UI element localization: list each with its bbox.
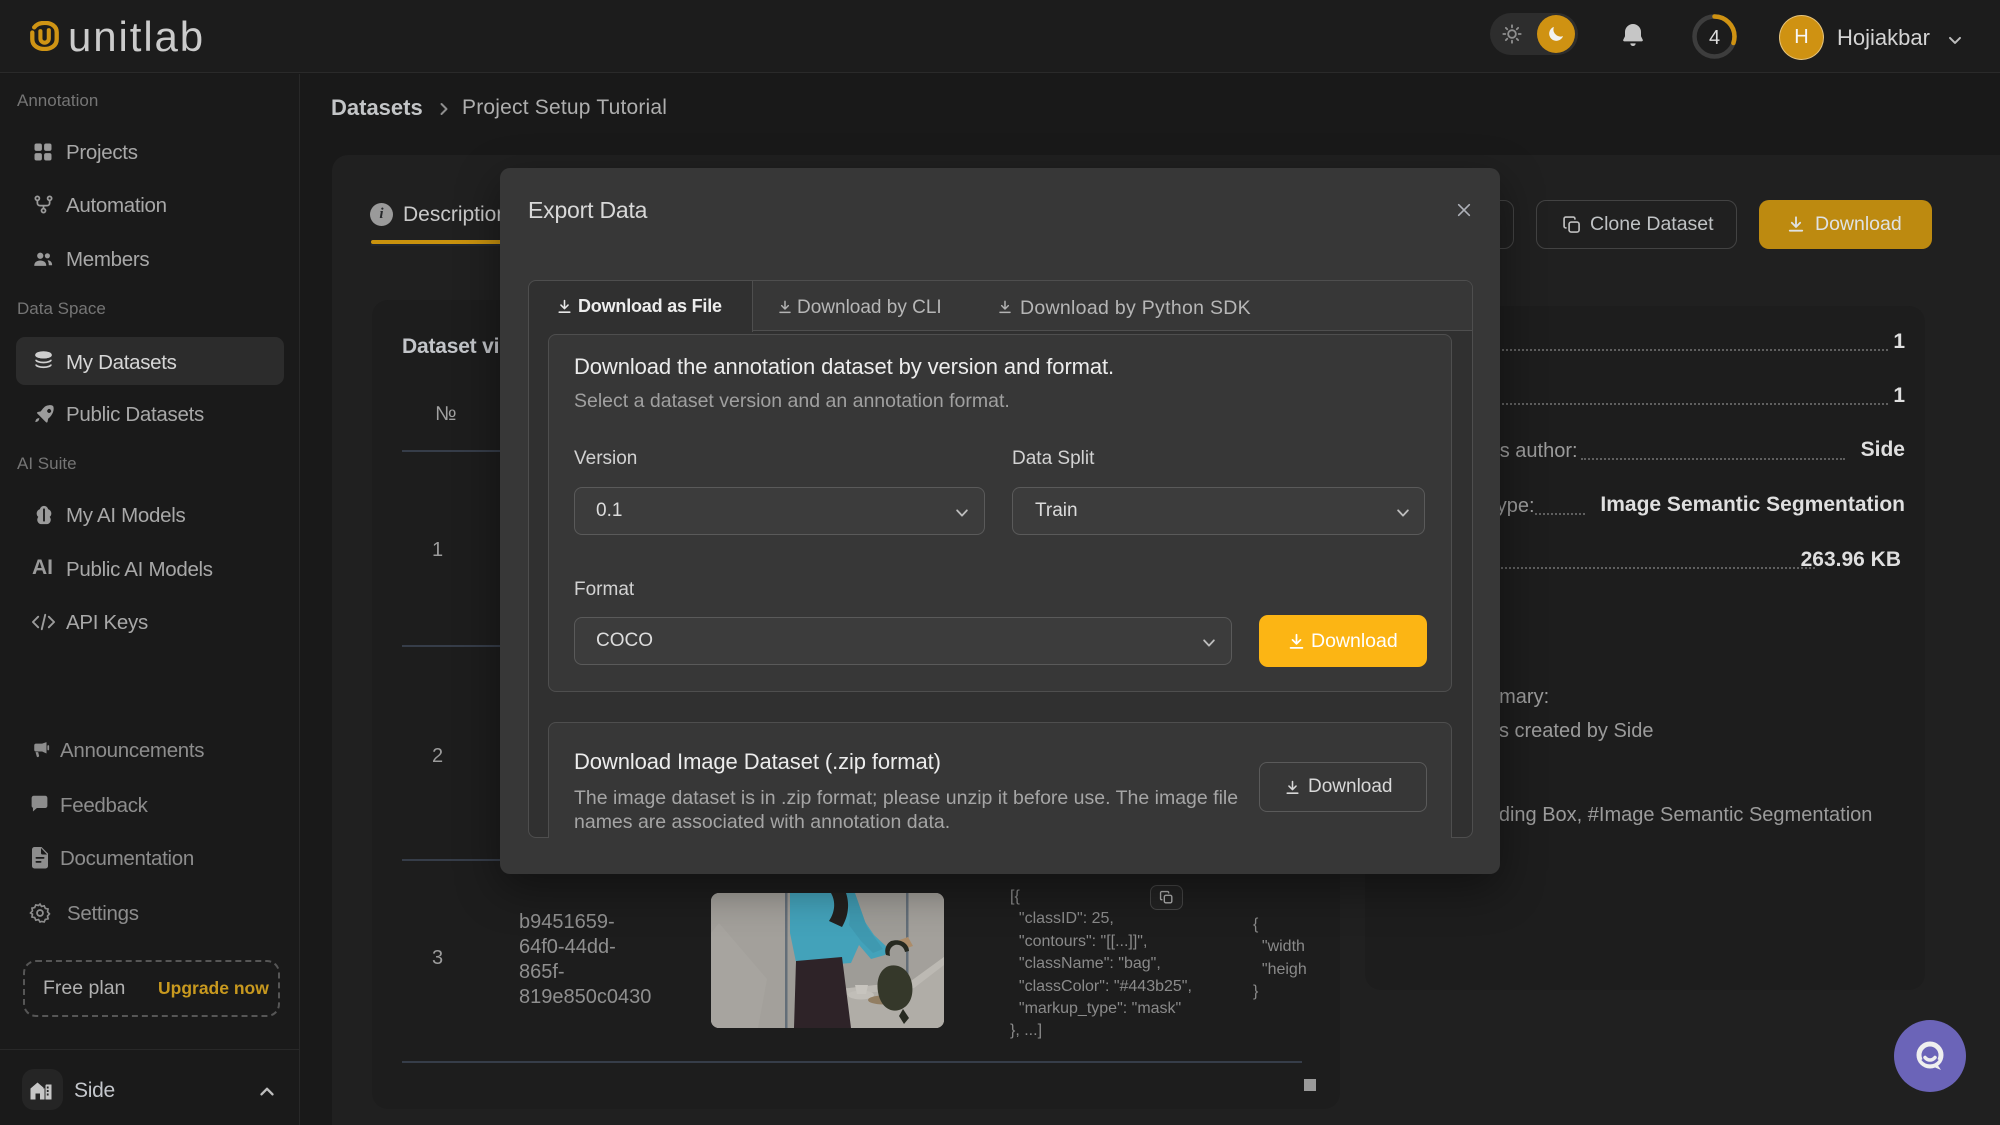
- svg-text:4: 4: [1709, 27, 1720, 49]
